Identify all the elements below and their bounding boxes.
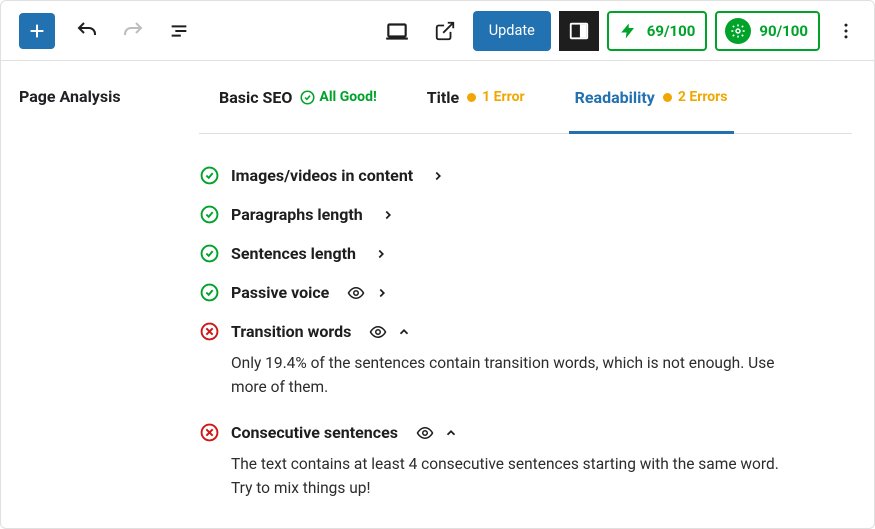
check-pass-icon: [199, 283, 219, 302]
chevron-right-icon: [431, 169, 445, 183]
check-circle-icon: [300, 90, 315, 105]
check-consecutive-label: Consecutive sentences: [231, 423, 398, 442]
expand-toggle[interactable]: [375, 286, 389, 300]
expand-toggle[interactable]: [381, 208, 395, 222]
chevron-right-icon: [374, 247, 388, 261]
page-analysis-title: Page Analysis: [19, 87, 199, 106]
highlight-toggle[interactable]: [416, 424, 434, 442]
eye-icon: [369, 323, 387, 341]
check-passive: Passive voice: [199, 273, 852, 312]
highlight-toggle[interactable]: [347, 284, 365, 302]
tab-title-label: Title: [427, 88, 459, 107]
eye-icon: [416, 424, 434, 442]
seo-score-badge[interactable]: 69/100: [607, 11, 708, 51]
plus-icon: [26, 20, 48, 42]
collapse-toggle[interactable]: [397, 325, 411, 339]
laptop-icon: [384, 18, 410, 44]
preview-device-button[interactable]: [377, 11, 417, 51]
add-block-button[interactable]: [19, 13, 55, 49]
dots-vertical-icon: [836, 21, 856, 41]
warning-dot-icon: [663, 93, 672, 102]
update-button-label: Update: [489, 22, 535, 39]
tab-title[interactable]: Title 1 Error: [427, 61, 525, 133]
undo-button[interactable]: [67, 11, 107, 51]
analysis-tabs: Basic SEO All Good! Title 1 Error Readab…: [199, 61, 852, 134]
check-passive-label: Passive voice: [231, 283, 329, 302]
check-pass-icon: [199, 244, 219, 263]
gear-circle-icon: [725, 18, 751, 44]
check-consecutive-desc: The text contains at least 4 consecutive…: [199, 442, 799, 504]
check-images: Images/videos in content: [199, 156, 852, 195]
content-score-value: 90/100: [759, 22, 808, 40]
check-pass-icon: [199, 205, 219, 224]
chevron-up-icon: [444, 426, 458, 440]
check-sentences: Sentences length: [199, 234, 852, 273]
chevron-up-icon: [397, 325, 411, 339]
check-fail-icon: [199, 423, 219, 442]
check-paragraphs-label: Paragraphs length: [231, 205, 363, 224]
undo-icon: [75, 19, 99, 43]
list-indent-icon: [168, 20, 190, 42]
tab-readability-label: Readability: [575, 88, 655, 107]
check-consecutive: Consecutive sentences The text contains …: [199, 413, 852, 514]
update-button[interactable]: Update: [473, 11, 551, 51]
tab-readability[interactable]: Readability 2 Errors: [575, 61, 728, 133]
editor-toolbar: Update 69/100 90/100: [1, 1, 874, 61]
check-images-label: Images/videos in content: [231, 166, 413, 185]
settings-panel-toggle[interactable]: [559, 11, 599, 51]
check-transition-desc: Only 19.4% of the sentences contain tran…: [199, 341, 799, 403]
chevron-right-icon: [375, 286, 389, 300]
chevron-right-icon: [381, 208, 395, 222]
open-external-button[interactable]: [425, 11, 465, 51]
check-pass-icon: [199, 166, 219, 185]
check-transition: Transition words Only 19.4% of the sente…: [199, 312, 852, 413]
readability-checks: Images/videos in content Paragraphs leng…: [199, 134, 852, 514]
tab-basic-seo[interactable]: Basic SEO All Good!: [219, 61, 377, 133]
seo-score-value: 69/100: [647, 22, 696, 40]
expand-toggle[interactable]: [431, 169, 445, 183]
tab-title-status: 1 Error: [467, 89, 524, 105]
panel-icon: [568, 20, 590, 42]
document-overview-button[interactable]: [159, 11, 199, 51]
check-transition-label: Transition words: [231, 322, 351, 341]
warning-dot-icon: [467, 93, 476, 102]
redo-icon: [121, 19, 145, 43]
collapse-toggle[interactable]: [444, 426, 458, 440]
redo-button: [113, 11, 153, 51]
external-link-icon: [434, 20, 456, 42]
tab-readability-status: 2 Errors: [663, 89, 728, 105]
left-sidebar: Page Analysis: [1, 61, 199, 528]
expand-toggle[interactable]: [374, 247, 388, 261]
check-sentences-label: Sentences length: [231, 244, 356, 263]
highlight-toggle[interactable]: [369, 323, 387, 341]
bolt-icon: [617, 20, 639, 42]
check-fail-icon: [199, 322, 219, 341]
more-options-button[interactable]: [828, 11, 864, 51]
eye-icon: [347, 284, 365, 302]
content-score-badge[interactable]: 90/100: [715, 11, 820, 51]
check-paragraphs: Paragraphs length: [199, 195, 852, 234]
tab-basic-seo-label: Basic SEO: [219, 88, 292, 107]
tab-basic-seo-status: All Good!: [300, 89, 376, 105]
